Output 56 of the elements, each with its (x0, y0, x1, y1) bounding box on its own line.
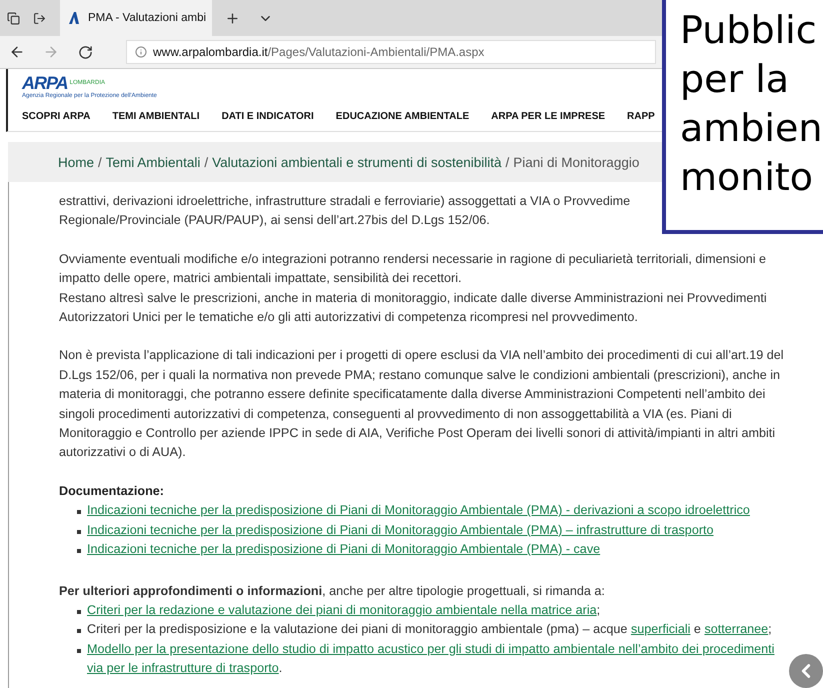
paragraph-line: Autorizzatori Unici per le tematiche e/o gli atti autorizzativi di competenza ricompresi nel provvedimento. (59, 309, 638, 326)
browser-tab[interactable]: PMA - Valutazioni ambi (60, 0, 212, 36)
nav-item[interactable]: ARPA PER LE IMPRESE (491, 111, 606, 122)
logo-text[interactable]: ARPA (22, 73, 68, 93)
bullet-icon (77, 610, 81, 614)
reference-link[interactable]: Criteri per la redazione e valutazione dei piani di monitoraggio ambientale nella matrice aria (87, 602, 597, 617)
section-heading: Documentazione: (59, 482, 165, 500)
reference-link[interactable]: Modello per la presentazione dello studio di impatto acustico per gli studi di impatto ambientale nell’ambito dei procedimenti (87, 642, 774, 656)
paragraph-line: Restano altresì salve le prescrizioni, anche in materia di monitoraggio, indicate dalle diverse Amministrazioni nei Provvedimenti (59, 290, 767, 307)
intro-text: Per ulteriori approfondimenti o informazioni, anche per altre tipologie progettuali, si rimanda a: (59, 582, 606, 600)
breadcrumb-link[interactable]: Home (58, 154, 94, 170)
item-text: e (692, 622, 702, 636)
reference-link[interactable]: superficiali (630, 622, 690, 636)
breadcrumb-link[interactable]: Valutazioni ambientali e strumenti di sostenibilità (212, 154, 502, 170)
scroll-back-button[interactable] (789, 654, 823, 688)
paragraph-line: Regionale/Provinciale (PAUR/PAUP), ai sensi dell’art.27bis del D.Lgs 152/06. (59, 212, 490, 230)
info-icon[interactable] (135, 46, 147, 58)
document-link[interactable]: Indicazioni tecniche per la predisposizione di Piani di Monitoraggio Ambientale (PMA) – infrastrutture di trasporto (87, 520, 714, 540)
bullet-icon (77, 510, 81, 514)
paragraph-line: Non è prevista l’applicazione di tali indicazioni per i progetti di opere esclusi da VIA nell’ambito dei procedimenti di cui all’art.19 del (59, 347, 784, 364)
paragraph-line: materia di monitoraggi, che potranno essere definite specificatamente dalla diverse Amministrazioni Competenti nell’ambito dei (59, 386, 766, 404)
nav-item[interactable]: DATI E INDICATORI (222, 111, 314, 122)
breadcrumb-separator: / (506, 154, 510, 170)
callout-text: ambien (680, 105, 823, 152)
site-favicon (68, 11, 80, 25)
document-link[interactable]: Indicazioni tecniche per la predisposizione di Piani di Monitoraggio Ambientale (PMA) - derivazioni a scopo idroelettrico (87, 501, 750, 521)
item-text: Criteri per la predisposizione e la valutazione dei piani di monitoraggio ambientale (pma) – acque (87, 622, 628, 636)
item-text: . (278, 661, 282, 676)
reference-link[interactable]: sotterranee (704, 622, 768, 636)
paragraph-line: impatto delle opere, matrici ambientali impattate, sensibilità dei recettori. (59, 270, 462, 288)
nav-item[interactable]: TEMI AMBIENTALI (112, 111, 200, 122)
address-field[interactable]: www.arpalombardia.it/Pages/Valutazioni-Ambientali/PMA.aspx (126, 40, 656, 64)
paragraph-line: autorizzativi o di AUA). (59, 444, 186, 462)
paragraph-line: estrattivi, derivazioni idroelettriche, infrastrutture stradali e ferroviarie) assoggettati a VIA o Provvedime (59, 193, 630, 210)
breadcrumb-current: Piani di Monitoraggio (513, 154, 640, 170)
callout-text: per la (680, 56, 790, 103)
callout-text: monito (680, 154, 814, 201)
reference-link[interactable]: via per le infrastrutture di trasporto (87, 661, 279, 676)
nav-item[interactable]: EDUCAZIONE AMBIENTALE (336, 111, 470, 122)
breadcrumb-separator: / (204, 154, 208, 170)
paragraph-line: singoli procedimenti autorizzativi di competenza, conseguenti al provvedimento di non assoggettabilità a VIA (es. Piani di (59, 406, 732, 423)
callout-text: Pubblic (680, 7, 818, 54)
breadcrumb-separator: / (98, 154, 102, 170)
paragraph-line: Monitoraggio e Controllo per aziende IPPC in sede di AIA, Verifiche Post Operam dei livelli sonori di attività/impianti in altri ambiti (59, 425, 776, 442)
bullet-icon (77, 549, 81, 554)
bullet-icon (77, 629, 81, 634)
document-link[interactable]: Indicazioni tecniche per la predisposizione di Piani di Monitoraggio Ambientale (PMA) - cave (87, 540, 600, 560)
item-text: ; (596, 602, 600, 617)
breadcrumb-link[interactable]: Temi Ambientali (106, 154, 200, 170)
nav-item[interactable]: RAPP (627, 111, 655, 122)
bullet-icon (77, 648, 81, 653)
paragraph-line: D.Lgs 152/06, per i quali la normativa non prevede PMA; restano comunque salve le condizioni ambientali (prescrizioni), anche in (59, 366, 780, 384)
nav-item[interactable]: SCOPRI ARPA (22, 111, 90, 122)
item-text: ; (768, 622, 772, 636)
bullet-icon (77, 530, 81, 534)
paragraph-line: Ovviamente eventuali modifiche e/o integrazioni potranno rendersi necessarie in ragione di peculiarietà territoriali, dimensioni e (59, 250, 766, 268)
